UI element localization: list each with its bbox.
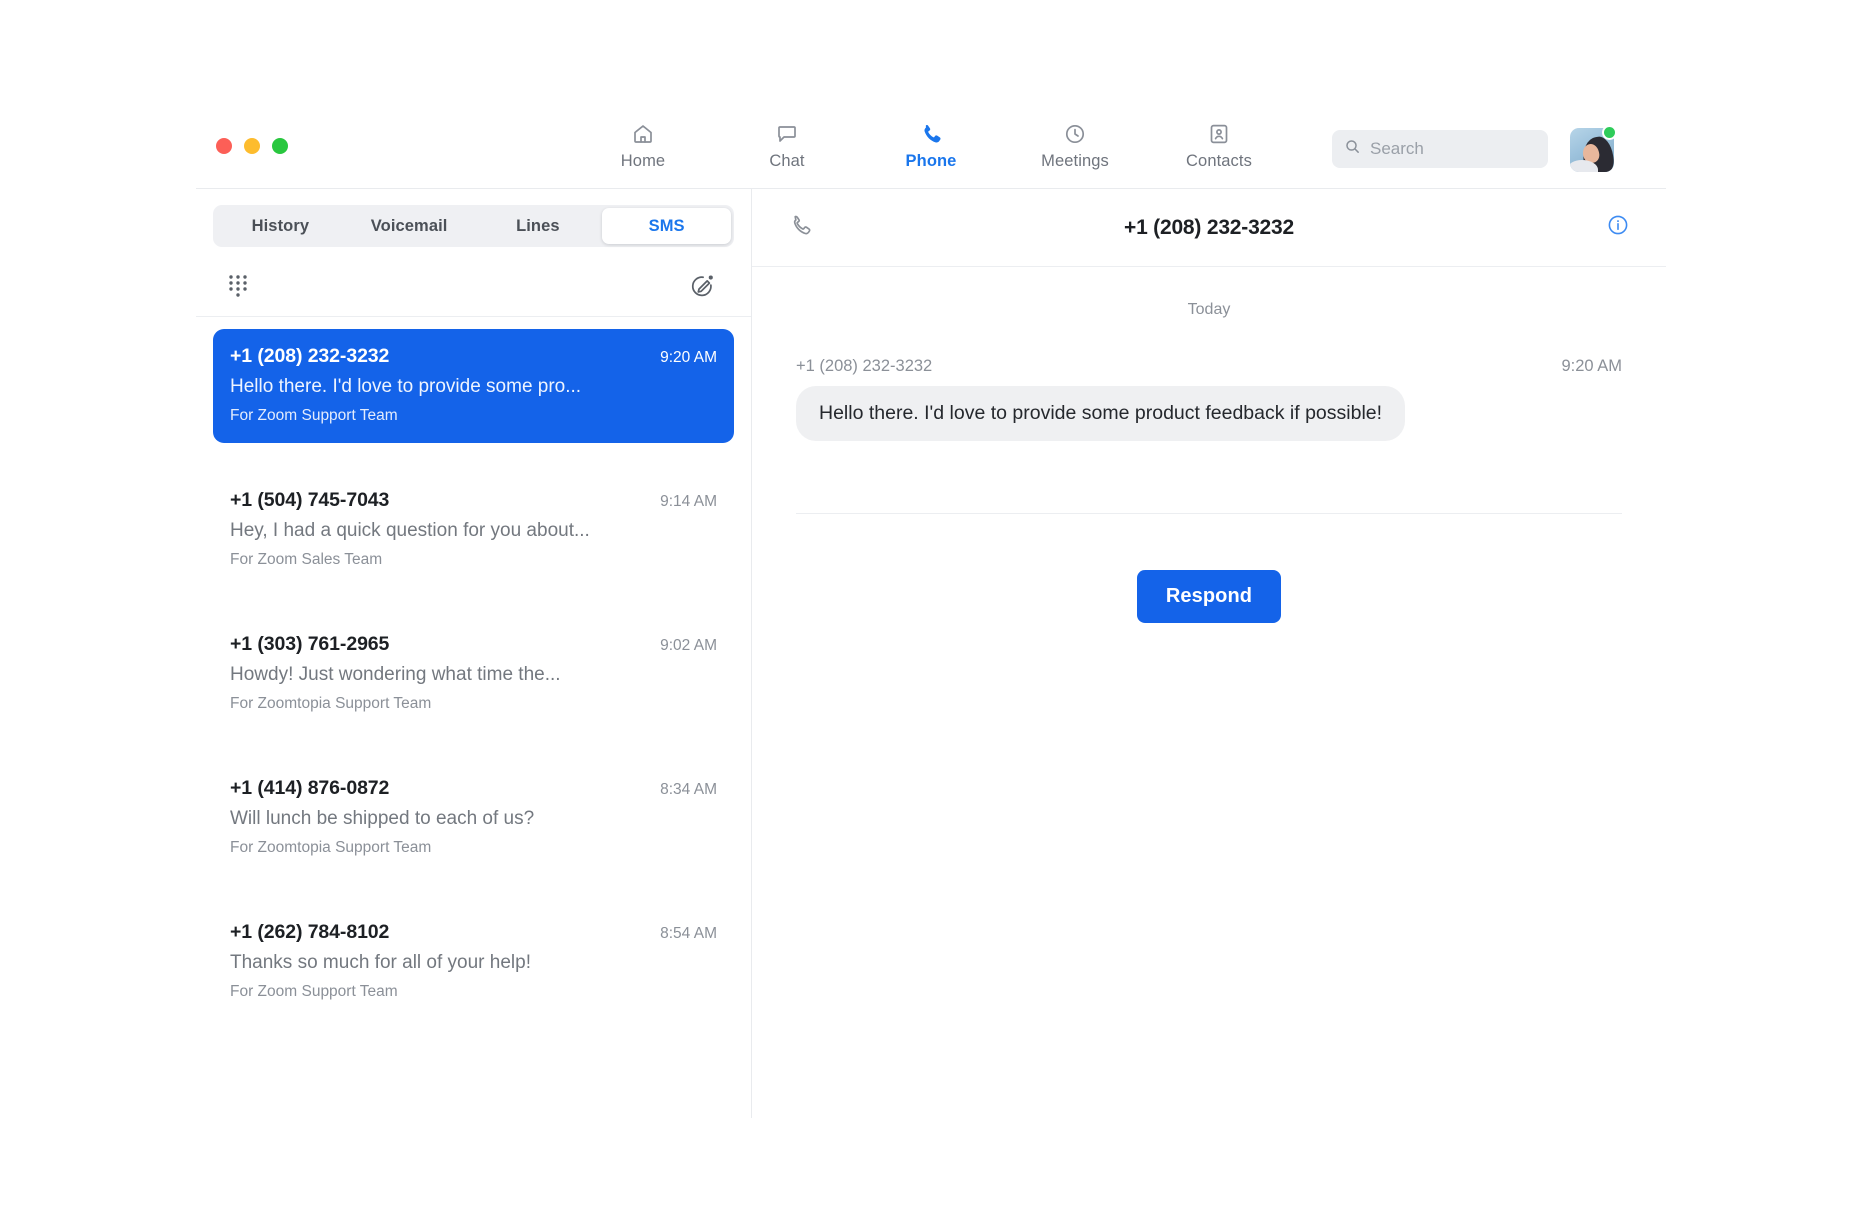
titlebar: Home Chat Phone Meetings Contacts Search	[196, 108, 1666, 188]
minimize-window-button[interactable]	[244, 138, 260, 154]
search-icon	[1344, 138, 1361, 160]
app-body: History Voicemail Lines SMS +1 (208) 232…	[196, 188, 1666, 1118]
main-nav: Home Chat Phone Meetings Contacts	[597, 114, 1265, 171]
tab-voicemail[interactable]: Voicemail	[345, 208, 474, 244]
conversation-list-item[interactable]: +1 (303) 761-2965 9:02 AM Howdy! Just wo…	[213, 617, 734, 731]
conversation-time: 8:54 AM	[660, 925, 717, 942]
nav-label-home: Home	[620, 152, 666, 170]
conversation-pane: +1 (208) 232-3232 Today +1 (208) 232-323…	[752, 189, 1666, 1118]
respond-button[interactable]: Respond	[1136, 570, 1282, 623]
status-badge	[1602, 125, 1617, 140]
conversation-preview: Thanks so much for all of your help!	[230, 952, 531, 973]
conversation-line: For Zoom Support Team	[230, 407, 398, 424]
dialpad-icon[interactable]	[221, 269, 255, 303]
phone-handset-icon[interactable]	[788, 213, 813, 243]
conversation-preview: Hey, I had a quick question for you abou…	[230, 520, 590, 541]
day-separator: Today	[1187, 301, 1231, 318]
clock-icon	[1063, 121, 1087, 147]
phone-handset-icon	[919, 121, 944, 147]
maximize-window-button[interactable]	[272, 138, 288, 154]
window-controls	[216, 138, 288, 154]
message-time: 9:20 AM	[1561, 357, 1622, 375]
message-thread: Today +1 (208) 232-3232 9:20 AM Hello th…	[752, 267, 1666, 623]
nav-label-contacts: Contacts	[1186, 152, 1252, 170]
nav-label-chat: Chat	[769, 152, 805, 170]
tab-history[interactable]: History	[216, 208, 345, 244]
zoom-app-window: Home Chat Phone Meetings Contacts Search…	[196, 108, 1666, 1118]
message-bubble: Hello there. I'd love to provide some pr…	[796, 386, 1406, 441]
conversation-line: For Zoom Sales Team	[230, 551, 383, 568]
sms-sidebar: History Voicemail Lines SMS +1 (208) 232…	[196, 189, 752, 1118]
contact-card-icon	[1207, 121, 1231, 147]
conversation-list-item[interactable]: +1 (208) 232-3232 9:20 AM Hello there. I…	[213, 329, 734, 443]
tab-lines[interactable]: Lines	[474, 208, 603, 244]
message-sender: +1 (208) 232-3232	[796, 357, 933, 375]
conversation-line: For Zoomtopia Support Team	[230, 839, 432, 856]
avatar[interactable]	[1570, 125, 1617, 172]
conversation-line: For Zoom Support Team	[230, 983, 398, 1000]
nav-item-phone[interactable]: Phone	[885, 114, 977, 171]
conversation-preview: Howdy! Just wondering what time the...	[230, 664, 561, 685]
nav-item-meetings[interactable]: Meetings	[1029, 114, 1121, 171]
nav-item-chat[interactable]: Chat	[741, 114, 833, 171]
nav-label-meetings: Meetings	[1041, 152, 1109, 170]
sms-toolbar	[196, 255, 751, 317]
conversation-number: +1 (414) 876-0872	[230, 777, 390, 799]
search-input[interactable]	[1370, 139, 1536, 159]
phone-tabs: History Voicemail Lines SMS	[213, 205, 734, 247]
nav-item-contacts[interactable]: Contacts	[1173, 114, 1265, 171]
conversation-number: +1 (262) 784-8102	[230, 921, 390, 943]
home-icon	[631, 121, 655, 147]
conversation-number: +1 (208) 232-3232	[230, 345, 390, 367]
conversation-list[interactable]: +1 (208) 232-3232 9:20 AM Hello there. I…	[196, 317, 751, 1118]
compose-message-icon[interactable]	[685, 269, 719, 303]
conversation-list-item[interactable]: +1 (504) 745-7043 9:14 AM Hey, I had a q…	[213, 473, 734, 587]
conversation-line: For Zoomtopia Support Team	[230, 695, 432, 712]
page-title: +1 (208) 232-3232	[1124, 215, 1294, 239]
conversation-header: +1 (208) 232-3232	[752, 189, 1666, 267]
search-box[interactable]	[1332, 130, 1548, 168]
chat-bubble-icon	[775, 121, 799, 147]
tab-sms[interactable]: SMS	[602, 208, 731, 244]
conversation-list-item[interactable]: +1 (414) 876-0872 8:34 AM Will lunch be …	[213, 761, 734, 875]
close-window-button[interactable]	[216, 138, 232, 154]
message-row: +1 (208) 232-3232 9:20 AM Hello there. I…	[796, 357, 1622, 441]
info-circle-icon[interactable]	[1606, 213, 1630, 242]
conversation-time: 8:34 AM	[660, 781, 717, 798]
nav-label-phone: Phone	[905, 152, 957, 170]
conversation-preview: Hello there. I'd love to provide some pr…	[230, 376, 582, 397]
nav-item-home[interactable]: Home	[597, 114, 689, 171]
conversation-list-item[interactable]: +1 (262) 784-8102 8:54 AM Thanks so much…	[213, 905, 734, 1019]
conversation-time: 9:02 AM	[660, 637, 717, 654]
conversation-time: 9:14 AM	[660, 493, 717, 510]
conversation-preview: Will lunch be shipped to each of us?	[230, 808, 535, 829]
conversation-time: 9:20 AM	[660, 349, 717, 366]
conversation-number: +1 (504) 745-7043	[230, 489, 390, 511]
conversation-number: +1 (303) 761-2965	[230, 633, 390, 655]
